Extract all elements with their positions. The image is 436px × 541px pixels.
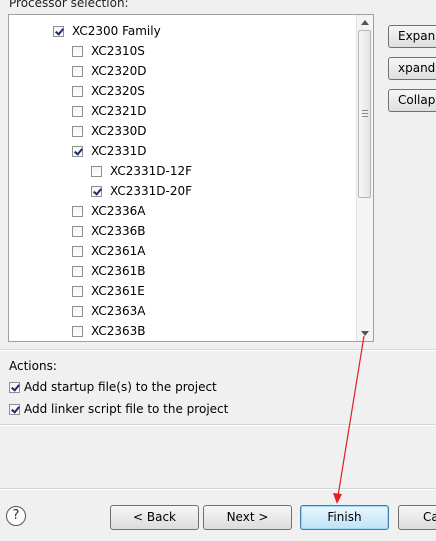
actions-label: Actions:: [9, 359, 57, 373]
tree-item-label: XC2336A: [91, 204, 146, 218]
startup-files-checkbox[interactable]: [9, 381, 20, 393]
tree-item[interactable]: XC2331D: [72, 141, 147, 161]
tree-item-label: XC2363B: [91, 324, 146, 338]
back-button[interactable]: < Back: [110, 505, 199, 530]
arrow-line: [337, 335, 365, 497]
tree-item-label: XC2363A: [91, 304, 146, 318]
tree-item[interactable]: XC2363B: [72, 321, 146, 341]
tree-item[interactable]: XC2321D: [72, 101, 147, 121]
tree-item[interactable]: XC2320D: [72, 61, 147, 81]
tree-item-checkbox[interactable]: [72, 305, 83, 317]
tree-item[interactable]: XC2330D: [72, 121, 147, 141]
collapse-button[interactable]: Collap: [388, 89, 436, 112]
scrollbar-thumb[interactable]: [358, 30, 371, 198]
tree-item-label: XC2331D: [91, 144, 147, 158]
grip-line: [362, 116, 368, 117]
tree-item-label: XC2331D-20F: [110, 184, 193, 198]
tree-item-checkbox[interactable]: [91, 165, 102, 177]
scroll-up-arrow-icon[interactable]: [361, 20, 369, 25]
next-button[interactable]: Next >: [203, 505, 292, 530]
tree-item[interactable]: XC2361E: [72, 281, 145, 301]
tree-item-checkbox[interactable]: [72, 45, 83, 57]
help-icon[interactable]: ?: [6, 506, 26, 526]
tree-item[interactable]: XC2300 Family: [53, 21, 161, 41]
separator-highlight: [0, 350, 436, 351]
tree-item-label: XC2331D-12F: [110, 164, 193, 178]
tree-item-checkbox[interactable]: [72, 325, 83, 337]
tree-item[interactable]: XC2310S: [72, 41, 145, 61]
tree-item-checkbox[interactable]: [72, 125, 83, 137]
tree-item-checkbox[interactable]: [72, 285, 83, 297]
processor-selection-label: Processor selection:: [9, 0, 129, 10]
action-linker-script[interactable]: Add linker script file to the project: [9, 402, 228, 416]
linker-script-checkbox[interactable]: [9, 403, 20, 415]
tree-item-label: XC2336B: [91, 224, 146, 238]
tree-item-checkbox[interactable]: [72, 225, 83, 237]
processor-tree[interactable]: XC2300 Family XC2310S XC2320D XC2320S XC2321…: [8, 14, 374, 342]
tree-item-label: XC2361B: [91, 264, 146, 278]
tree-item-checkbox[interactable]: [72, 265, 83, 277]
tree-item-label: XC2321D: [91, 104, 147, 118]
footer-separator-highlight: [0, 489, 436, 490]
tree-item-checkbox[interactable]: [72, 65, 83, 77]
tree-item-label: XC2300 Family: [72, 24, 161, 38]
expand-selected-button[interactable]: xpand S: [388, 57, 436, 80]
tree-item-label: XC2361A: [91, 244, 146, 258]
tree-item-label: XC2330D: [91, 124, 147, 138]
tree-item-label: XC2310S: [91, 44, 145, 58]
startup-files-label: Add startup file(s) to the project: [24, 380, 217, 394]
tree-item-checkbox[interactable]: [72, 105, 83, 117]
tree-item[interactable]: XC2336A: [72, 201, 145, 221]
arrow-head: [333, 493, 342, 504]
tree-item-checkbox[interactable]: [91, 185, 102, 197]
tree-item-checkbox[interactable]: [72, 205, 83, 217]
action-startup-files[interactable]: Add startup file(s) to the project: [9, 380, 217, 394]
linker-script-label: Add linker script file to the project: [24, 402, 229, 416]
grip-line: [362, 113, 368, 114]
tree-item[interactable]: XC2336B: [72, 221, 146, 241]
cancel-button[interactable]: Ca: [398, 505, 436, 530]
tree-item-checkbox[interactable]: [53, 25, 64, 37]
expand-all-button[interactable]: Expan: [388, 25, 436, 48]
tree-item-checkbox[interactable]: [72, 145, 83, 157]
tree-item-label: XC2320S: [91, 84, 145, 98]
tree-item[interactable]: XC2331D-12F: [91, 161, 192, 181]
grip-line: [362, 110, 368, 111]
tree-item-label: XC2320D: [91, 64, 147, 78]
separator-highlight: [0, 425, 436, 426]
tree-vertical-scrollbar[interactable]: [356, 15, 373, 341]
tree-item[interactable]: XC2363A: [72, 301, 145, 321]
tree-item[interactable]: XC2361A: [72, 241, 145, 261]
tree-item-label: XC2361E: [91, 284, 145, 298]
tree-item[interactable]: XC2320S: [72, 81, 145, 101]
finish-button[interactable]: Finish: [300, 505, 389, 530]
tree-item-checkbox[interactable]: [72, 245, 83, 257]
tree-item[interactable]: XC2331D-20F: [91, 181, 192, 201]
tree-item-checkbox[interactable]: [72, 85, 83, 97]
tree-item[interactable]: XC2361B: [72, 261, 146, 281]
scroll-down-arrow-icon[interactable]: [361, 331, 369, 336]
